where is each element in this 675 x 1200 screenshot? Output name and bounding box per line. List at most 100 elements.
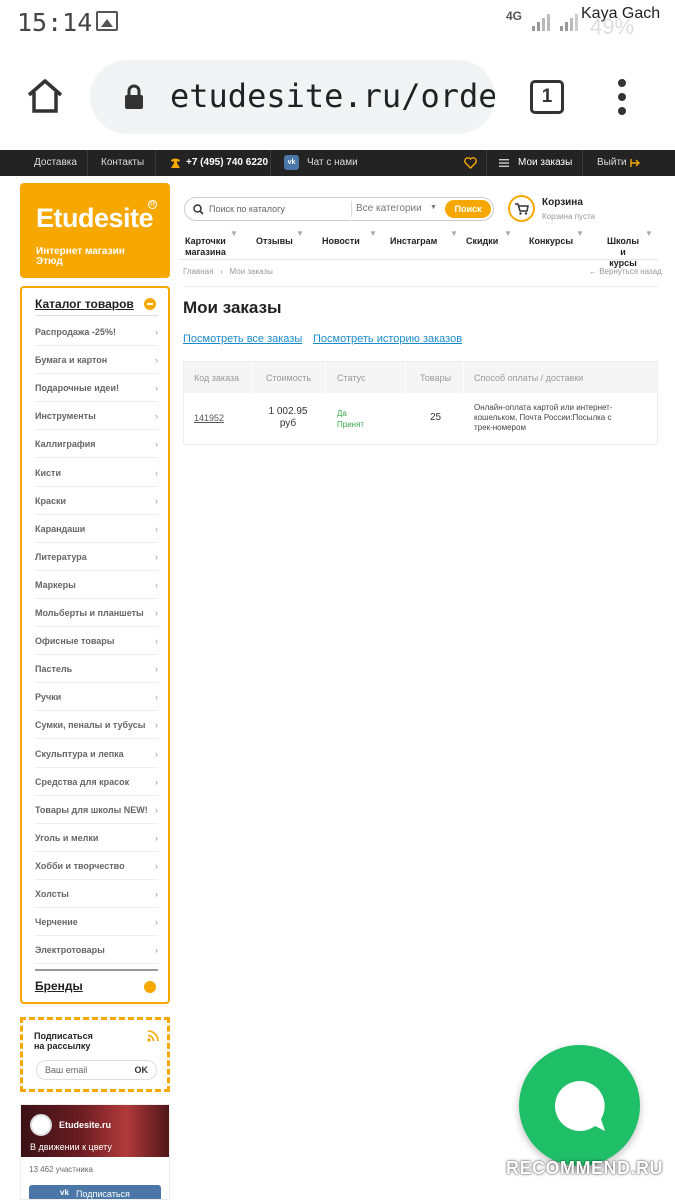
overflow-menu-icon[interactable] <box>616 78 628 116</box>
status-bar: 15:14 4G 49% Kaya Gach <box>0 0 675 44</box>
catalog-item[interactable]: Пастель › <box>35 655 158 684</box>
view-order-history-link[interactable]: Посмотреть историю заказов <box>313 333 462 345</box>
catalog-divider <box>35 315 158 316</box>
catalog-item[interactable]: Литература › <box>35 543 158 571</box>
search-divider <box>351 201 352 217</box>
catalog-item[interactable]: Холсты › <box>35 880 158 908</box>
chevron-right-icon: › <box>155 889 158 899</box>
chevron-right-icon: › <box>155 551 158 562</box>
newsletter-email-input[interactable]: Ваш email OK <box>36 1060 157 1080</box>
catalog-item-label: Холсты <box>35 889 69 899</box>
nav-delivery-link[interactable]: Доставка <box>34 157 77 168</box>
order-code-link[interactable]: 141952 <box>194 413 224 423</box>
catalog-item[interactable]: Мольберты и планшеты › <box>35 599 158 627</box>
catalog-item-label: Каллиграфия <box>35 439 96 450</box>
nav-my-orders-link[interactable]: Мои заказы <box>518 157 572 168</box>
menu-item-cards[interactable]: Карточки магазина <box>185 236 226 258</box>
catalog-item[interactable]: Черчение › <box>35 908 158 937</box>
search-category-select[interactable]: Все категории <box>356 203 422 214</box>
search-input[interactable]: Поиск по каталогу <box>209 204 285 214</box>
catalog-item-label: Хобби и творчество <box>35 860 125 871</box>
view-all-orders-link[interactable]: Посмотреть все заказы <box>183 333 302 345</box>
catalog-item[interactable]: Скульптура и лепка › <box>35 740 158 768</box>
menu-item-discounts[interactable]: Скидки <box>466 236 498 247</box>
chevron-down-icon: ▼ <box>230 229 238 238</box>
home-icon[interactable] <box>26 78 64 114</box>
chevron-right-icon: › <box>155 692 158 703</box>
catalog-item-label: Подарочные идеи! <box>35 383 119 394</box>
catalog-item[interactable]: Кисти › <box>35 459 158 487</box>
column-header-items: Товары <box>420 373 451 383</box>
nav-chat-link[interactable]: Чат с нами <box>307 157 358 168</box>
catalog-item[interactable]: Офисные товары › <box>35 627 158 656</box>
catalog-item[interactable]: Подарочные идеи! › <box>35 374 158 403</box>
column-header-cost: Стоимость <box>266 373 312 383</box>
catalog-item[interactable]: Ручки › <box>35 683 158 712</box>
catalog-item[interactable]: Карандаши › <box>35 515 158 543</box>
chevron-down-icon: ▼ <box>645 229 653 238</box>
catalog-item[interactable]: Товары для школы NEW! › <box>35 796 158 824</box>
menu-item-instagram[interactable]: Инстаграм <box>390 236 437 247</box>
logo-name: Etudesite <box>36 203 154 233</box>
newsletter-box: Подписаться на рассылку Ваш email OK <box>20 1017 170 1092</box>
catalog-item-label: Ручки <box>35 692 62 703</box>
nav-logout-link[interactable]: Выйти <box>597 157 627 168</box>
catalog-toggle-icon[interactable] <box>144 298 156 310</box>
catalog-item[interactable]: Средства для красок › <box>35 768 158 796</box>
catalog-item[interactable]: Инструменты › <box>35 402 158 431</box>
rss-icon <box>147 1030 159 1042</box>
menu-item-reviews[interactable]: Отзывы <box>256 236 293 247</box>
catalog-item[interactable]: Электротовары › <box>35 936 158 965</box>
nav-divider <box>270 150 271 176</box>
catalog-item[interactable]: Уголь и мелки › <box>35 824 158 852</box>
chevron-right-icon: › <box>155 776 158 787</box>
address-bar[interactable]: etudesite.ru/orde <box>90 60 495 134</box>
catalog-search[interactable]: Поиск по каталогу Все категории ▼ Поиск <box>184 197 494 221</box>
chevron-down-icon: ▼ <box>576 229 584 238</box>
site-logo[interactable]: Etudesite R Интернет магазин Этюд <box>20 183 170 278</box>
menu-item-news[interactable]: Новости <box>322 236 360 247</box>
catalog-item-label: Инструменты <box>35 411 96 422</box>
catalog-item-label: Мольберты и планшеты <box>35 608 144 618</box>
catalog-item[interactable]: Каллиграфия › <box>35 430 158 459</box>
vk-icon: vk <box>60 1188 69 1197</box>
registered-mark-icon: R <box>148 200 157 209</box>
chevron-down-icon: ▼ <box>296 229 304 238</box>
search-button[interactable]: Поиск <box>445 200 491 218</box>
heart-icon[interactable] <box>464 157 477 169</box>
screen: 15:14 4G 49% Kaya Gach etudesite.ru/orde… <box>0 0 675 1200</box>
vk-subscribe-button[interactable]: vk Подписаться <box>29 1185 161 1199</box>
tab-switcher-button[interactable]: 1 <box>530 80 564 114</box>
menu-item-schools[interactable]: Школы и курсы <box>603 236 643 269</box>
nav-divider <box>582 150 583 176</box>
nav-phone-link[interactable]: +7 (495) 740 6220 <box>186 157 268 168</box>
newsletter-ok-button[interactable]: OK <box>135 1061 149 1079</box>
nav-contacts-link[interactable]: Контакты <box>101 157 144 168</box>
newsletter-title: Подписаться на рассылку <box>34 1031 93 1051</box>
catalog-item-label: Карандаши <box>35 523 86 534</box>
catalog-item[interactable]: Хобби и творчество › <box>35 852 158 880</box>
catalog-item[interactable]: Бумага и картон › <box>35 346 158 375</box>
catalog-title[interactable]: Каталог товаров <box>35 297 134 311</box>
catalog-item-label: Скульптура и лепка <box>35 748 124 759</box>
cart-icon[interactable] <box>508 195 535 222</box>
chevron-right-icon: › <box>155 720 158 731</box>
cart-title[interactable]: Корзина <box>542 197 583 208</box>
breadcrumb-home[interactable]: Главная <box>183 267 213 276</box>
catalog-item[interactable]: Сумки, пеналы и тубусы › <box>35 711 158 740</box>
brands-title[interactable]: Бренды <box>35 979 83 993</box>
catalog-item[interactable]: Маркеры › <box>35 571 158 599</box>
catalog-item-label: Офисные товары <box>35 636 115 647</box>
logout-icon[interactable] <box>630 158 641 168</box>
brands-toggle-icon[interactable] <box>144 981 156 993</box>
chat-button[interactable] <box>519 1045 640 1166</box>
catalog-item[interactable]: Краски › <box>35 487 158 515</box>
nav-divider <box>155 150 156 176</box>
back-link[interactable]: ← Вернуться назад <box>589 267 662 276</box>
vk-community-name[interactable]: Etudesite.ru <box>59 1120 111 1130</box>
signal-strength-icon <box>532 14 550 31</box>
catalog-item[interactable]: Распродажа -25%! › <box>35 318 158 346</box>
orders-list-icon <box>499 159 509 167</box>
catalog-item-label: Литература <box>35 551 87 562</box>
menu-item-contests[interactable]: Конкурсы <box>529 236 573 247</box>
